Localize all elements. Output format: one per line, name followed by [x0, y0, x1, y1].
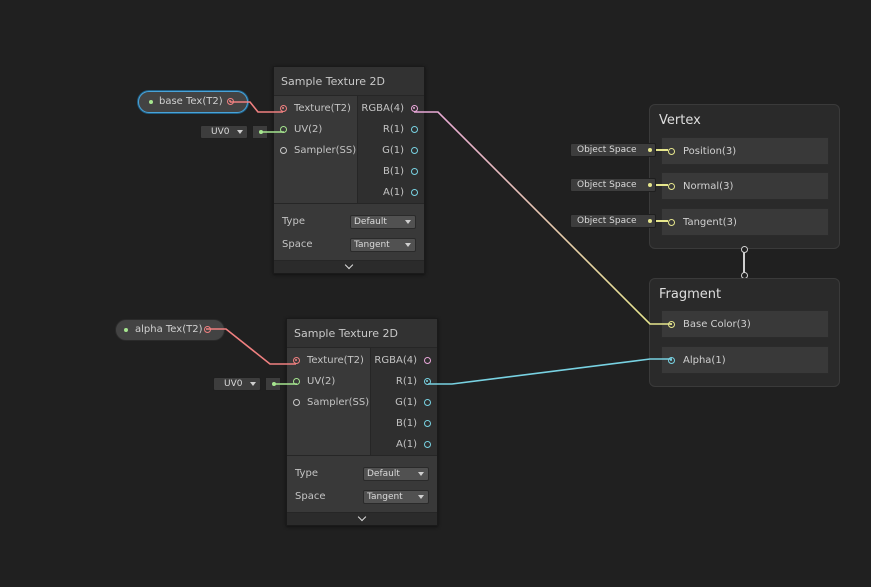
texture-output-port[interactable]	[227, 98, 234, 105]
exposed-indicator-icon	[149, 100, 153, 104]
port-dot[interactable]	[280, 105, 287, 112]
space-dropdown[interactable]: Tangent	[350, 237, 416, 252]
sample-texture-2d-node-top[interactable]: Sample Texture 2D Texture(T2) UV(2) Samp…	[273, 66, 425, 274]
type-dropdown[interactable]: Default	[350, 214, 416, 229]
port-a[interactable]: A(1)	[371, 434, 437, 455]
position-space-field[interactable]: Object Space	[570, 143, 670, 157]
port-r[interactable]: R(1)	[371, 371, 437, 392]
port-normal[interactable]: Normal(3)	[661, 172, 829, 200]
port-sampler[interactable]: Sampler(SS)	[287, 392, 370, 413]
type-label: Type	[282, 216, 305, 227]
sample-texture-2d-node-bottom[interactable]: Sample Texture 2D Texture(T2) UV(2) Samp…	[286, 318, 438, 526]
vertex-title: Vertex	[659, 113, 701, 128]
port-dot[interactable]	[280, 126, 287, 133]
port-b[interactable]: B(1)	[358, 161, 424, 182]
uv-slot	[265, 377, 281, 391]
port-sampler[interactable]: Sampler(SS)	[274, 140, 357, 161]
port-dot[interactable]	[424, 357, 431, 364]
fragment-title: Fragment	[659, 287, 722, 302]
space-dropdown[interactable]: Object Space	[570, 214, 656, 228]
chevron-down-icon	[405, 219, 411, 224]
port-dot[interactable]	[411, 126, 418, 133]
space-dropdown[interactable]: Tangent	[363, 489, 429, 504]
port-dot[interactable]	[668, 357, 675, 364]
block-flow-connector	[741, 246, 749, 280]
tangent-space-field[interactable]: Object Space	[570, 214, 670, 228]
fragment-block[interactable]: Fragment Base Color(3) Alpha(1)	[649, 278, 840, 387]
chevron-down-icon	[250, 382, 256, 386]
port-a[interactable]: A(1)	[358, 182, 424, 203]
exposed-indicator-icon	[124, 328, 128, 332]
port-dot[interactable]	[424, 420, 431, 427]
port-tangent[interactable]: Tangent(3)	[661, 208, 829, 236]
chevron-down-icon	[405, 242, 411, 247]
port-dot[interactable]	[411, 105, 418, 112]
port-dot[interactable]	[293, 378, 300, 385]
uv-channel-field-top[interactable]: UV0	[200, 125, 270, 139]
vertex-block[interactable]: Vertex Position(3) Normal(3) Tangent(3)	[649, 104, 840, 249]
port-b[interactable]: B(1)	[371, 413, 437, 434]
wire-r-to-alpha	[428, 358, 672, 385]
port-dot[interactable]	[280, 147, 287, 154]
property-label: base Tex(T2)	[159, 96, 223, 107]
property-label: alpha Tex(T2)	[135, 324, 203, 335]
chevron-down-icon	[418, 471, 424, 476]
port-rgba[interactable]: RGBA(4)	[358, 98, 424, 119]
chevron-down-icon	[357, 512, 367, 522]
connector-wire	[656, 149, 668, 151]
collapse-button[interactable]	[274, 260, 424, 273]
space-dropdown[interactable]: Object Space	[570, 178, 656, 192]
port-uv[interactable]: UV(2)	[287, 371, 370, 392]
flow-line	[743, 252, 745, 274]
port-dot[interactable]	[424, 441, 431, 448]
port-g[interactable]: G(1)	[371, 392, 437, 413]
node-title[interactable]: Sample Texture 2D	[287, 319, 437, 348]
collapse-button[interactable]	[287, 512, 437, 525]
port-uv[interactable]: UV(2)	[274, 119, 357, 140]
connector-icon	[648, 219, 652, 223]
port-dot[interactable]	[668, 321, 675, 328]
space-dropdown[interactable]: Object Space	[570, 143, 656, 157]
port-dot[interactable]	[424, 378, 431, 385]
connector-icon	[648, 183, 652, 187]
port-dot[interactable]	[411, 189, 418, 196]
texture-output-port[interactable]	[204, 326, 211, 333]
uv-slot	[252, 125, 268, 139]
port-dot[interactable]	[424, 399, 431, 406]
port-position[interactable]: Position(3)	[661, 137, 829, 165]
connector-wire	[656, 184, 668, 186]
space-label: Space	[282, 239, 313, 250]
chevron-down-icon	[344, 260, 354, 270]
port-texture[interactable]: Texture(T2)	[287, 350, 370, 371]
port-alpha[interactable]: Alpha(1)	[661, 346, 829, 374]
type-dropdown[interactable]: Default	[363, 466, 429, 481]
normal-space-field[interactable]: Object Space	[570, 178, 670, 192]
port-dot[interactable]	[293, 399, 300, 406]
node-title[interactable]: Sample Texture 2D	[274, 67, 424, 96]
uv-dropdown[interactable]: UV0	[213, 377, 261, 391]
port-rgba[interactable]: RGBA(4)	[371, 350, 437, 371]
connector-wire	[656, 220, 668, 222]
port-base-color[interactable]: Base Color(3)	[661, 310, 829, 338]
connector-icon	[648, 148, 652, 152]
port-dot[interactable]	[411, 168, 418, 175]
port-dot[interactable]	[293, 357, 300, 364]
chevron-down-icon	[237, 130, 243, 134]
port-dot[interactable]	[411, 147, 418, 154]
uv-connector-icon	[272, 382, 276, 386]
property-node-alpha-tex[interactable]: alpha Tex(T2)	[115, 319, 225, 341]
port-g[interactable]: G(1)	[358, 140, 424, 161]
property-node-base-tex[interactable]: base Tex(T2)	[138, 91, 248, 113]
port-r[interactable]: R(1)	[358, 119, 424, 140]
port-texture[interactable]: Texture(T2)	[274, 98, 357, 119]
space-label: Space	[295, 491, 326, 502]
chevron-down-icon	[418, 494, 424, 499]
type-label: Type	[295, 468, 318, 479]
uv-channel-field-bottom[interactable]: UV0	[213, 377, 283, 391]
uv-connector-icon	[259, 130, 263, 134]
uv-dropdown[interactable]: UV0	[200, 125, 248, 139]
